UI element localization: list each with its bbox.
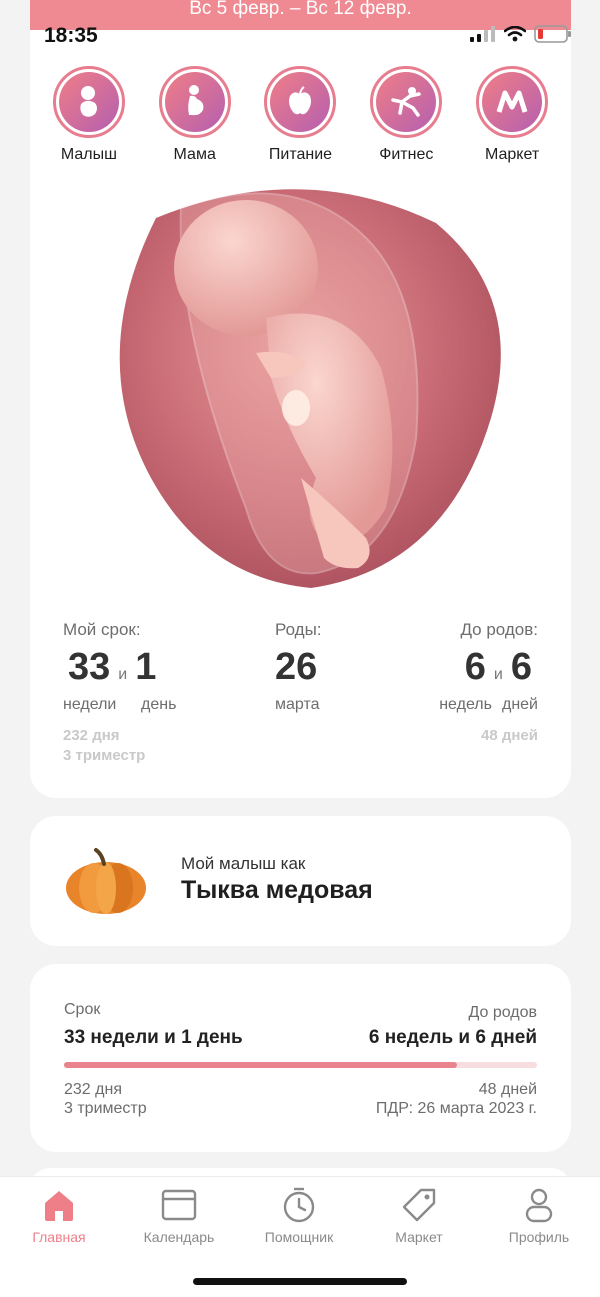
pumpkin-image [66, 848, 146, 914]
battery-icon [534, 25, 571, 43]
until-label: До родов: [460, 620, 538, 639]
until-weeks: 6 [464, 646, 486, 688]
pregnant-mother-icon [187, 85, 204, 116]
tab-label: Календарь [143, 1229, 215, 1245]
market-icon [496, 90, 528, 113]
pregnancy-progress-bar [64, 1062, 537, 1068]
fruit-comparison-card[interactable]: Мой малыш как Тыква медовая [30, 816, 571, 946]
until-and: и [493, 666, 503, 683]
status-time: 18:35 [44, 24, 98, 47]
tab-label: Маркет [395, 1229, 443, 1245]
term-weeks: 33 [68, 646, 111, 688]
wifi-icon [504, 26, 526, 42]
until-days-unit: дней [501, 696, 538, 713]
home-indicator [193, 1278, 407, 1285]
fruit-caption: Мой малыш как [181, 854, 306, 873]
term-days-unit: день [141, 696, 177, 713]
progress-days-passed: 232 дня [64, 1081, 122, 1098]
progress-fill [64, 1062, 457, 1068]
fruit-name: Тыква медовая [181, 876, 373, 904]
fitness-icon [391, 87, 422, 117]
baby-icon [80, 86, 97, 117]
birth-month: марта [275, 696, 320, 713]
term-and: и [118, 666, 128, 683]
menu-item-market[interactable]: Маркет [464, 66, 560, 164]
tab-market[interactable]: Маркет [364, 1187, 474, 1245]
pregnancy-stats: Мой срок: 33 и 1 недели день 232 дня 3 т… [63, 620, 538, 770]
status-icons [470, 25, 572, 43]
menu-label: Маркет [484, 146, 540, 163]
progress-until-value: 6 недель и 6 дней [368, 1027, 537, 1048]
progress-term-value: 33 недели и 1 день [64, 1027, 243, 1048]
signal-icon [470, 26, 495, 42]
term-label: Мой срок: [63, 620, 141, 639]
tab-label: Профиль [508, 1229, 570, 1245]
tab-label: Помощник [264, 1229, 334, 1245]
home-icon [45, 1191, 73, 1221]
menu-label: Питание [268, 146, 333, 163]
tag-icon [402, 1188, 436, 1222]
menu-item-mother[interactable]: Мама [147, 66, 243, 164]
menu-item-food[interactable]: Питание [252, 66, 348, 164]
term-total-days: 232 дня [63, 727, 120, 744]
menu-label: Мама [173, 146, 216, 163]
term-weeks-unit: недели [63, 696, 117, 713]
term-days: 1 [135, 646, 157, 688]
menu-item-fitness[interactable]: Фитнес [358, 66, 454, 164]
progress-until-label: До родов [468, 1004, 537, 1021]
calendar-icon [161, 1189, 197, 1221]
term-progress-card[interactable]: Срок До родов 33 недели и 1 день 6 недел… [30, 964, 571, 1152]
menu-item-baby[interactable]: Малыш [41, 66, 137, 164]
tab-assistant[interactable]: Помощник [244, 1187, 354, 1245]
until-weeks-unit: недель [439, 696, 492, 713]
until-days: 6 [510, 646, 532, 688]
tab-calendar[interactable]: Календарь [124, 1187, 234, 1245]
birth-day: 26 [275, 646, 318, 688]
tab-home[interactable]: Главная [4, 1187, 114, 1245]
section-menu: Малыш Мама Питание Фитнес Маркет [30, 66, 571, 164]
fetus-illustration[interactable] [96, 178, 508, 590]
progress-term-label: Срок [64, 1001, 101, 1018]
menu-label: Фитнес [379, 146, 434, 163]
apple-icon [289, 86, 312, 115]
tab-label: Главная [32, 1229, 86, 1245]
main-card: Малыш Мама Питание Фитнес Маркет Мой сро… [30, 30, 571, 798]
stopwatch-icon [283, 1187, 315, 1223]
progress-trimester: 3 триместр [64, 1100, 147, 1117]
progress-due-date: ПДР: 26 марта 2023 г. [375, 1100, 537, 1117]
tab-profile[interactable]: Профиль [484, 1187, 594, 1245]
profile-icon [525, 1188, 553, 1223]
until-total-days: 48 дней [481, 727, 538, 744]
birth-label: Роды: [275, 620, 322, 639]
menu-label: Малыш [60, 146, 117, 163]
progress-days-left: 48 дней [478, 1081, 537, 1098]
term-trimester: 3 триместр [63, 747, 146, 764]
week-range: Вс 5 февр. – Вс 12 февр. [189, 0, 412, 19]
